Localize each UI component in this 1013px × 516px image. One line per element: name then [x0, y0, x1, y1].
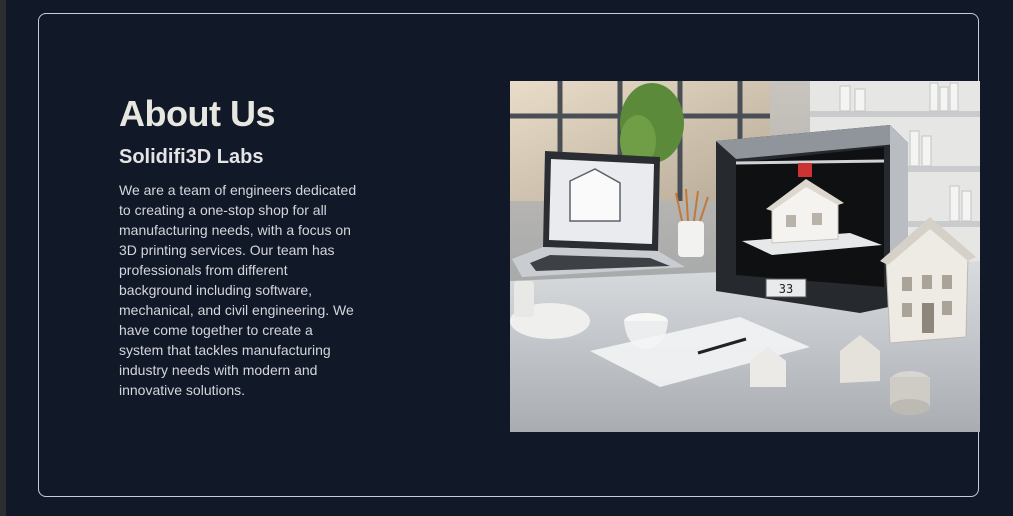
about-description: We are a team of engineers dedicated to …	[119, 182, 357, 398]
company-name: Solidifi3D Labs	[119, 146, 264, 168]
printer-display-readout: 33	[779, 282, 793, 296]
about-card: About Us Solidifi3D Labs We are a team o…	[38, 13, 980, 497]
hero-image: 33	[510, 81, 980, 432]
3d-printer-illustration: 33	[716, 125, 908, 313]
3d-printer-scene-illustration: 33	[510, 81, 980, 432]
window-edge-strip	[0, 0, 6, 516]
page-title: About Us	[119, 93, 275, 134]
about-text-column: About Us Solidifi3D Labs We are a team o…	[119, 92, 359, 400]
